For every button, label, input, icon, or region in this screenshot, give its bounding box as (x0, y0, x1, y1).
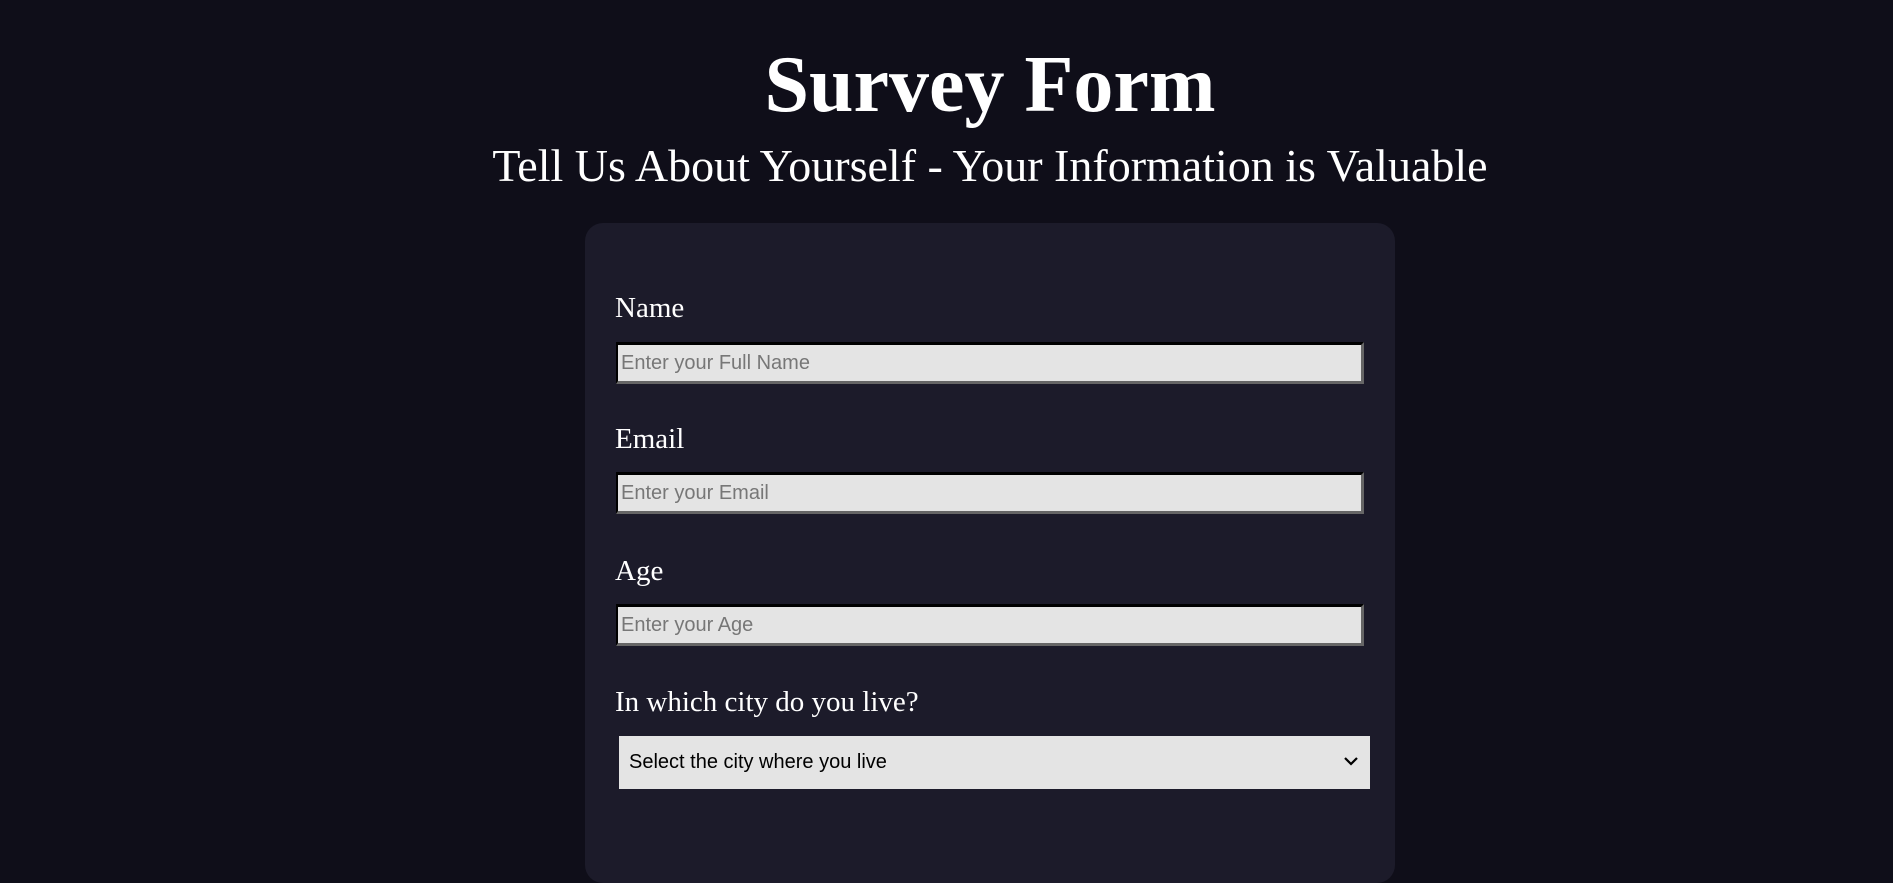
city-select[interactable]: Select the city where you live (619, 736, 1370, 789)
city-select-value: Select the city where you live (629, 751, 887, 773)
name-label: Name (615, 292, 685, 324)
email-input[interactable] (616, 472, 1364, 514)
chevron-down-icon (1344, 757, 1358, 766)
name-input[interactable] (616, 342, 1364, 384)
survey-form: Name Email Age In which city do you live… (585, 223, 1395, 883)
age-label: Age (615, 555, 664, 587)
age-input[interactable] (616, 604, 1364, 646)
city-label: In which city do you live? (615, 686, 919, 718)
email-label: Email (615, 423, 685, 455)
page-title: Survey Form (764, 41, 1216, 129)
page-subtitle: Tell Us About Yourself - Your Informatio… (492, 140, 1488, 191)
